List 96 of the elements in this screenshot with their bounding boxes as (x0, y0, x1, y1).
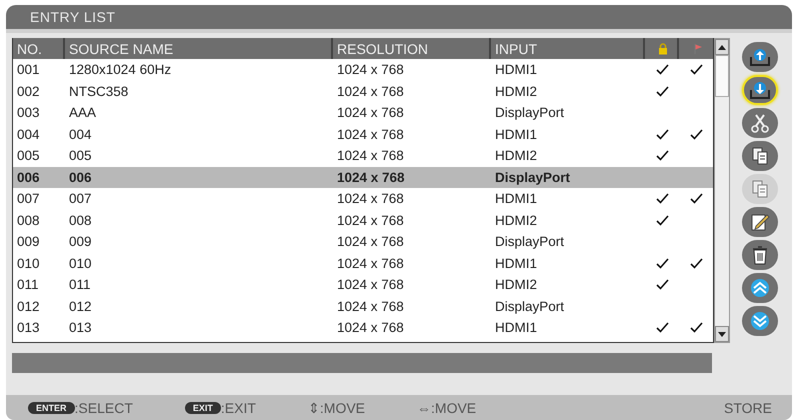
table-row[interactable]: 006 006 1024 x 768 DisplayPort (13, 166, 713, 188)
table-cell-text: HDMI1 (494, 254, 538, 273)
table-cell-text: 001 (16, 61, 41, 80)
up-arrow-icon (718, 44, 726, 50)
table-cell-text: 004 (16, 126, 41, 144)
table-row[interactable]: 004 004 1024 x 768 HDMI1 (13, 124, 713, 145)
column-header: NO. (13, 38, 65, 59)
table-cell-text: 1024 x 768 (336, 147, 405, 166)
column-header: SOURCE NAME (65, 38, 333, 59)
action-label: STORE (724, 400, 772, 416)
table-cell-text: HDMI1 (494, 190, 538, 208)
edit-button[interactable] (742, 207, 778, 237)
table-row[interactable]: 009 009 1024 x 768 DisplayPort (13, 231, 713, 252)
table-row[interactable]: 012 012 1024 x 768 DisplayPort (13, 296, 713, 317)
table-cell-text: 1024 x 768 (336, 168, 406, 187)
flag-icon (693, 42, 703, 54)
table-cell-text: NTSC358 (68, 82, 130, 101)
table-cell-text: 1024 x 768 (336, 126, 405, 144)
table-cell-text: HDMI2 (494, 82, 538, 101)
table-cell-text: 008 (16, 212, 41, 230)
table-row[interactable]: 003 AAA 1024 x 768 DisplayPort (13, 102, 713, 124)
table-cell-text: DisplayPort (494, 168, 572, 187)
table-row[interactable]: 011 011 1024 x 768 HDMI2 (13, 274, 713, 296)
table-cell-text: 1024 x 768 (336, 254, 405, 273)
scroll-down-button[interactable] (715, 326, 729, 342)
table-cell-text: 1024 x 768 (336, 212, 405, 230)
down-arrow-icon (718, 332, 726, 336)
table-cell-text: 009 (68, 233, 93, 252)
table-cell-text: 1024 x 768 (336, 298, 405, 316)
cut-button[interactable] (742, 108, 778, 138)
table-cell-text: 1024 x 768 (336, 61, 405, 80)
table-cell-text: 1024 x 768 (336, 104, 405, 122)
table-cell-text: 1024 x 768 (336, 276, 405, 294)
table-cell-text: 010 (68, 254, 93, 273)
table-cell-text: DisplayPort (494, 233, 566, 252)
table-cell-text: 003 (16, 104, 41, 122)
table-cell-text: 1280x1024 60Hz (68, 61, 172, 80)
table-cell-text: 004 (68, 126, 93, 144)
table-cell-text: 009 (16, 233, 41, 252)
store-button[interactable] (742, 75, 778, 105)
upload-tray-icon (748, 47, 772, 67)
table-cell-text: 012 (16, 298, 41, 316)
table-cell-text: 005 (16, 147, 41, 166)
scissors-icon (748, 113, 772, 133)
table-cell-text: 005 (68, 147, 93, 166)
table-cell-text: 007 (16, 190, 41, 208)
scroll-up-button[interactable] (715, 39, 729, 55)
table-cell-text: HDMI1 (494, 126, 538, 144)
table-cell-text: 011 (68, 276, 92, 294)
column-header: RESOLUTION (333, 38, 491, 59)
scrollbar[interactable] (714, 38, 730, 343)
up-button[interactable] (742, 273, 778, 303)
table-cell-text: 1024 x 768 (336, 319, 405, 338)
table-cell-text: HDMI2 (494, 147, 538, 166)
key-badge: EXIT (184, 402, 221, 414)
table-cell-text: 012 (68, 298, 93, 316)
table-row[interactable]: 005 005 1024 x 768 HDMI2 (13, 145, 713, 166)
key-hint: ⇔:MOVE (417, 400, 476, 416)
table-row[interactable]: 007 007 1024 x 768 HDMI1 (13, 188, 713, 210)
table-cell-text: 008 (68, 212, 93, 230)
table-cell-text: HDMI2 (494, 212, 538, 230)
download-tray-icon (748, 80, 772, 100)
table-cell-text: 007 (68, 190, 93, 208)
window-title: ENTRY LIST (30, 9, 116, 25)
column-header: INPUT (491, 38, 645, 59)
table-cell-text: 1024 x 768 (336, 190, 405, 208)
copy-button[interactable] (742, 141, 778, 171)
table-cell-text: HDMI1 (494, 319, 538, 338)
table-cell-text: 1024 x 768 (336, 233, 405, 252)
table-row[interactable]: 013 013 1024 x 768 HDMI1 (13, 317, 713, 338)
table-cell-text: 010 (16, 254, 41, 273)
table-cell-text: DisplayPort (494, 104, 566, 122)
lock-icon (658, 42, 668, 54)
key-hint: :SELECT (74, 400, 133, 416)
table-row[interactable]: 001 1280x1024 60Hz 1024 x 768 HDMI1 (13, 59, 713, 80)
key-hint: ⇕:MOVE (308, 400, 366, 416)
key-badge: ENTER (28, 402, 75, 414)
scroll-thumb[interactable] (715, 55, 729, 97)
key-hint: :EXIT (220, 400, 256, 416)
table-cell-text: 013 (16, 319, 41, 338)
table-row[interactable]: 010 010 1024 x 768 HDMI1 (13, 252, 713, 274)
table-cell-text: AAA (68, 104, 98, 122)
load-button[interactable] (742, 42, 778, 72)
table-row[interactable]: 002 NTSC358 1024 x 768 HDMI2 (13, 80, 713, 102)
down-button[interactable] (742, 306, 778, 336)
table-cell-text: 006 (68, 168, 93, 187)
table-cell-text: 006 (16, 168, 41, 187)
table-cell-text: 1024 x 768 (336, 82, 405, 101)
table-cell-text: HDMI1 (494, 61, 538, 80)
delete-button[interactable] (742, 240, 778, 270)
table-cell-text: HDMI2 (494, 276, 538, 294)
table-cell-text: DisplayPort (494, 298, 566, 316)
table-cell-text: 002 (16, 82, 41, 101)
table-cell-text: 011 (16, 276, 40, 294)
table-cell-text: 013 (68, 319, 93, 338)
table-row[interactable]: 008 008 1024 x 768 HDMI2 (13, 210, 713, 231)
